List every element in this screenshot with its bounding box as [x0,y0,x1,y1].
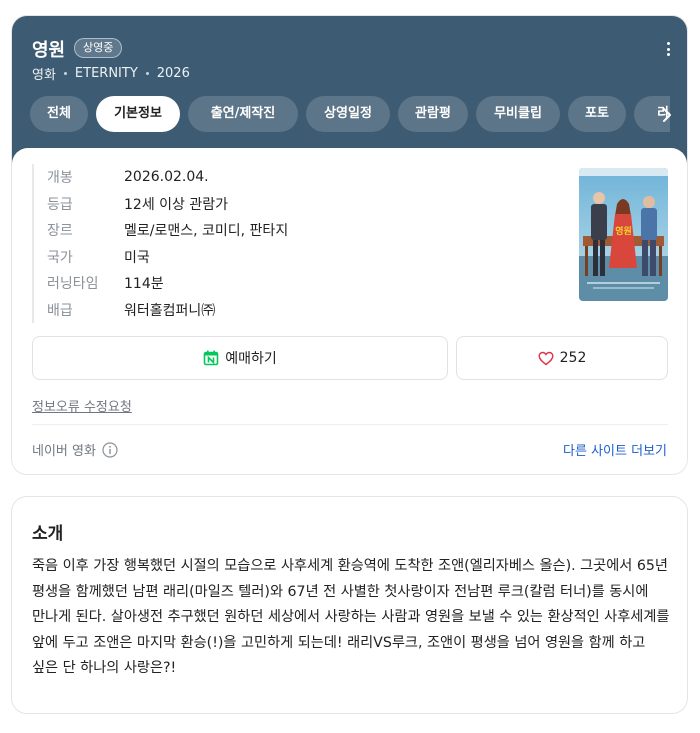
info-row-release: 개봉 2026.02.04. [47,164,288,191]
calendar-icon [203,350,219,366]
separator-dot [145,72,149,75]
tab-all[interactable]: 전체 [30,96,88,132]
info-value: 114분 [124,276,164,293]
info-row-genre: 장르 멜로/로맨스, 코미디, 판타지 [47,217,288,244]
like-count: 252 [559,350,587,366]
other-sites-link[interactable]: 다른 사이트 더보기 [563,440,667,459]
tab-ratings[interactable]: 관람평 [398,96,468,132]
basic-info-panel: 개봉 2026.02.04. 등급 12세 이상 관람가 장르 멜로/로맨스, … [12,148,687,474]
info-list: 개봉 2026.02.04. 등급 12세 이상 관람가 장르 멜로/로맨스, … [32,164,288,323]
movie-info-card: 영원 상영중 영화 ETERNITY 2026 전체 기본정보 출연/제작진 상… [11,15,688,475]
intro-title: 소개 [32,524,64,544]
like-button[interactable]: 252 [456,336,668,380]
info-key: 등급 [47,196,73,213]
info-value: 미국 [124,249,150,266]
report-error-link[interactable]: 정보오류 수정요청 [32,396,132,415]
movie-poster[interactable]: 영원 [579,168,668,301]
meta-english-title: ETERNITY [74,66,138,81]
info-key: 국가 [47,249,73,266]
tab-basic-info[interactable]: 기본정보 [96,96,180,132]
chevron-right-icon[interactable] [660,108,674,122]
tab-cast-crew[interactable]: 출연/제작진 [188,96,298,132]
tab-showtimes[interactable]: 상영일정 [306,96,390,132]
info-row-runtime: 러닝타임 114분 [47,270,288,297]
tab-movie-clips[interactable]: 무비클립 [476,96,560,132]
source-text: 네이버 영화 [32,444,96,459]
book-button[interactable]: 예매하기 [32,336,448,380]
movie-title[interactable]: 영원 [32,36,65,62]
info-row-distributor: 배급 워터홀컴퍼니㈜ [47,297,288,324]
tab-bar: 전체 기본정보 출연/제작진 상영일정 관람평 무비클립 포토 리뷰 [30,96,670,132]
info-value: 멜로/로맨스, 코미디, 판타지 [124,223,289,240]
separator-dot [63,72,67,75]
more-options-icon[interactable] [667,42,671,56]
info-value: 2026.02.04. [124,169,209,186]
svg-text:영원: 영원 [615,225,632,237]
intro-section: 소개 죽음 이후 가장 행복했던 시절의 모습으로 사후세계 환승역에 도착한 … [11,496,688,714]
info-key: 개봉 [47,170,73,187]
divider [32,424,668,425]
info-value: 워터홀컴퍼니㈜ [124,302,216,319]
source-label: 네이버 영화 [32,440,118,459]
meta-category: 영화 [32,68,56,83]
info-key: 장르 [47,223,73,240]
intro-text: 죽음 이후 가장 행복했던 시절의 모습으로 사후세계 환승역에 도착한 조앤(… [32,558,670,676]
book-button-label: 예매하기 [225,351,277,367]
info-row-country: 국가 미국 [47,244,288,271]
tab-photos[interactable]: 포토 [568,96,626,132]
info-key: 배급 [47,302,73,319]
status-badge: 상영중 [74,38,123,58]
info-row-rating: 등급 12세 이상 관람가 [47,191,288,218]
movie-meta: 영화 ETERNITY 2026 [32,64,190,83]
info-icon[interactable] [102,441,118,458]
meta-year: 2026 [156,66,190,81]
info-value: 12세 이상 관람가 [124,196,228,213]
heart-icon [538,351,554,365]
info-key: 러닝타임 [47,276,99,293]
